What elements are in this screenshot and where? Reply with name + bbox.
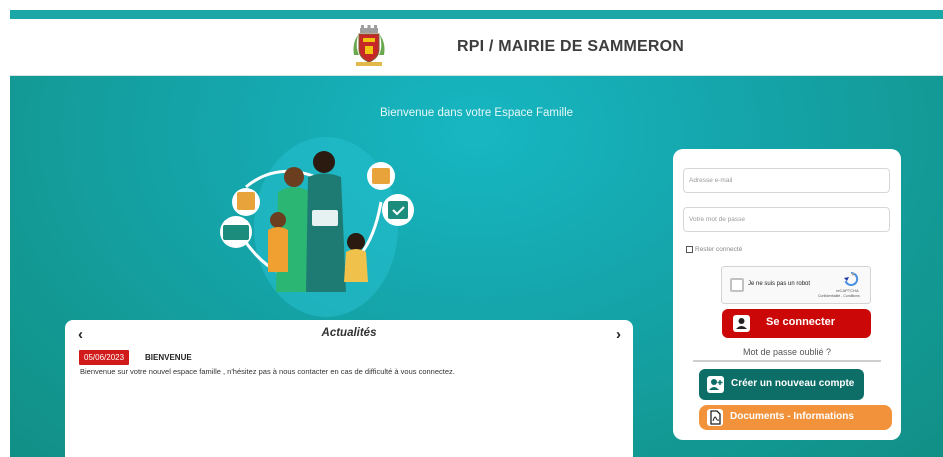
connect-button[interactable]: Se connecter xyxy=(722,309,871,338)
connect-button-label: Se connecter xyxy=(766,316,836,328)
news-item-title: BIENVENUE xyxy=(145,353,192,362)
page: RPI / MAIRIE DE SAMMERON Bienvenue dans … xyxy=(0,0,943,457)
hero-section: Bienvenue dans votre Espace Famille ‹ Ac… xyxy=(10,76,943,457)
remember-label: Rester connecté xyxy=(695,246,743,253)
user-icon xyxy=(733,315,750,332)
recaptcha-links[interactable]: Confidentialité - Conditions xyxy=(818,294,860,298)
news-item-text: Bienvenue sur votre nouvel espace famill… xyxy=(80,367,455,376)
recaptcha-brand: reCAPTCHA xyxy=(836,288,859,293)
recaptcha-widget: Je ne suis pas un robot reCAPTCHA Confid… xyxy=(721,266,871,304)
news-heading: Actualités xyxy=(321,327,377,339)
recaptcha-label: Je ne suis pas un robot xyxy=(748,281,811,287)
remember-checkbox[interactable] xyxy=(686,246,693,253)
create-account-label: Créer un nouveau compte xyxy=(731,378,855,389)
top-accent-strip xyxy=(10,10,943,19)
family-illustration xyxy=(220,137,414,317)
documents-button-label: Documents - Informations xyxy=(730,411,854,422)
create-account-button[interactable]: Créer un nouveau compte xyxy=(699,369,864,400)
pdf-document-icon xyxy=(707,409,723,426)
add-user-icon xyxy=(707,376,724,393)
forgot-password-link[interactable]: Mot de passe oublié ? xyxy=(673,347,901,357)
password-field[interactable] xyxy=(683,207,890,232)
recaptcha-checkbox[interactable] xyxy=(730,278,744,292)
news-date-badge: 05/06/2023 xyxy=(79,350,130,365)
divider xyxy=(693,360,881,362)
news-next-button[interactable]: › xyxy=(616,326,621,343)
documents-button[interactable]: Documents - Informations xyxy=(699,405,892,430)
recaptcha-icon xyxy=(844,272,859,286)
remember-me[interactable]: Rester connecté xyxy=(686,246,742,253)
welcome-message: Bienvenue dans votre Espace Famille xyxy=(379,107,574,119)
email-field[interactable] xyxy=(683,168,890,193)
news-panel: ‹ Actualités › 05/06/2023 BIENVENUE Bien… xyxy=(65,320,633,457)
login-panel: Rester connecté Je ne suis pas un robot … xyxy=(673,149,901,440)
header: RPI / MAIRIE DE SAMMERON xyxy=(10,19,943,76)
site-title: RPI / MAIRIE DE SAMMERON xyxy=(457,38,685,55)
municipal-crest-logo xyxy=(353,25,385,66)
